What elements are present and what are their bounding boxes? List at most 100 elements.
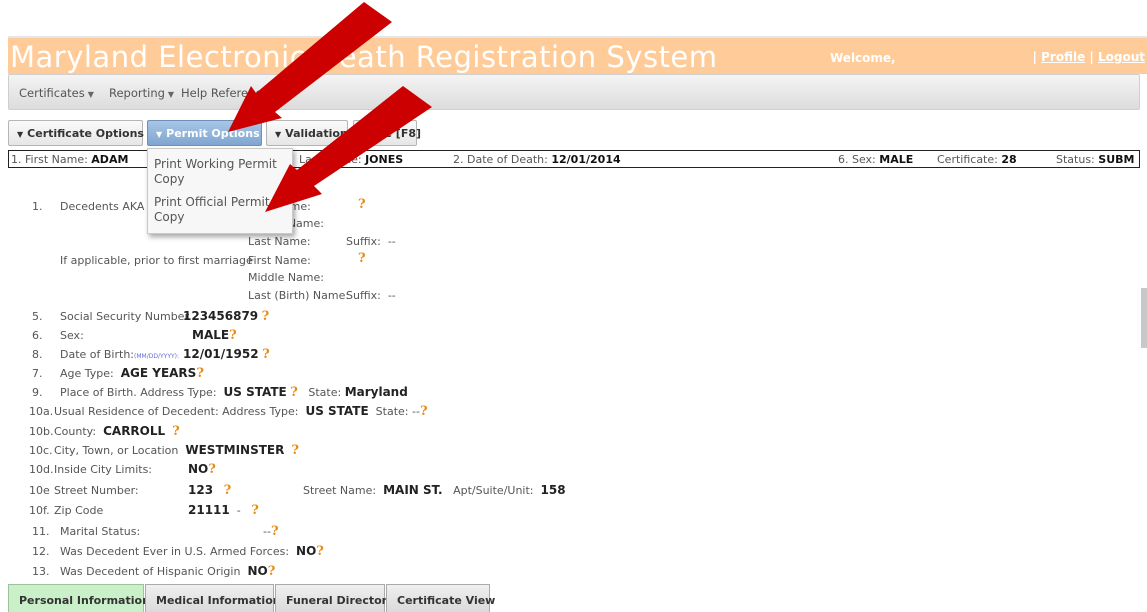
last-name-field: Last Name: JONES bbox=[299, 153, 403, 166]
value: NO bbox=[247, 564, 268, 578]
save-button[interactable]: Save [F8] bbox=[353, 120, 421, 146]
value: US STATE bbox=[223, 385, 287, 399]
button-label: Validation bbox=[285, 127, 348, 140]
help-question-icon[interactable]: ? bbox=[196, 366, 204, 381]
value: ADAM bbox=[91, 153, 129, 166]
label: Date of Birth: bbox=[60, 348, 135, 361]
certificate-options-button[interactable]: ▼ Certificate Options bbox=[8, 120, 144, 146]
state-value: -- bbox=[411, 405, 420, 418]
sex-value: MALE? bbox=[192, 328, 237, 343]
label: Suffix: bbox=[346, 289, 381, 302]
value: NO bbox=[296, 544, 317, 558]
help-question-icon[interactable]: ? bbox=[290, 385, 298, 400]
armed-forces-num: 12. bbox=[32, 545, 50, 558]
value: AGE YEARS bbox=[120, 366, 197, 380]
button-label: Permit Options bbox=[166, 127, 260, 140]
header-banner: Maryland Electronic Death Registration S… bbox=[8, 36, 1147, 74]
separator: | bbox=[1032, 50, 1037, 64]
label: Status: bbox=[1056, 153, 1095, 166]
city-num: 10c. bbox=[29, 444, 53, 457]
button-label: Certificate Options bbox=[27, 127, 144, 140]
value: -- bbox=[263, 525, 271, 538]
value: MAIN ST. bbox=[383, 483, 443, 497]
hispanic-row: Was Decedent of Hispanic Origin NO? bbox=[60, 564, 275, 579]
logout-link[interactable]: Logout bbox=[1098, 50, 1145, 64]
label: County: bbox=[54, 425, 97, 438]
help-question-icon[interactable]: ? bbox=[291, 443, 299, 458]
toolbar: ▼ Certificate Options ▼ Permit Options ▼ Va… bbox=[8, 120, 1147, 146]
value: 28 bbox=[1001, 153, 1017, 166]
tab-certificate-view[interactable]: Certificate View bbox=[386, 584, 495, 612]
scrollbar[interactable] bbox=[1141, 288, 1147, 348]
help-question-icon[interactable]: ? bbox=[229, 328, 237, 343]
help-question-icon[interactable]: ? bbox=[358, 251, 366, 266]
certificate-field: Certificate: 28 bbox=[937, 153, 1017, 166]
value: 123 bbox=[188, 483, 214, 497]
help-question-icon[interactable]: ? bbox=[271, 524, 279, 539]
caret-down-icon: ▼ bbox=[17, 130, 24, 139]
prior-marriage-label: If applicable, prior to first marriage bbox=[60, 254, 253, 267]
prior-last-birth-name-label: Last (Birth) Name: bbox=[248, 289, 350, 302]
label: Place of Birth. Address Type: bbox=[60, 386, 217, 399]
menu-label: Reporting bbox=[109, 86, 165, 100]
dob-value: 12/01/1952 ? bbox=[183, 347, 270, 362]
date-format-hint: (MM/DD/YYYY): bbox=[134, 353, 180, 360]
help-question-icon[interactable]: ? bbox=[420, 404, 428, 419]
street-number-label: Street Number: bbox=[54, 484, 139, 497]
help-question-icon[interactable]: ? bbox=[268, 564, 276, 579]
help-question-icon[interactable]: ? bbox=[262, 347, 270, 362]
menu-certificates[interactable]: Certificates ▼ bbox=[19, 86, 94, 100]
value: 12/01/1952 bbox=[183, 347, 259, 361]
profile-link[interactable]: Profile bbox=[1041, 50, 1085, 64]
city-limits-value: NO? bbox=[188, 462, 216, 477]
value: 123456879 bbox=[183, 309, 259, 323]
apt-label: Apt/Suite/Unit: bbox=[453, 484, 534, 497]
help-question-icon[interactable]: ? bbox=[316, 544, 324, 559]
help-question-icon[interactable]: ? bbox=[262, 309, 270, 324]
permit-options-button[interactable]: ▼ Permit Options bbox=[147, 120, 262, 146]
value: NO bbox=[188, 462, 209, 476]
birthplace-num: 9. bbox=[32, 386, 43, 399]
tab-funeral-director[interactable]: Funeral Director bbox=[275, 584, 387, 612]
tab-medical-information[interactable]: Medical Information bbox=[145, 584, 281, 612]
sex-num: 6. bbox=[32, 329, 43, 342]
first-name-field: 1. First Name: ADAM bbox=[11, 153, 128, 166]
zip-num: 10f. bbox=[29, 504, 50, 517]
section-tabs: Personal Information Medical Information… bbox=[8, 584, 1147, 612]
ssn-label: Social Security Number bbox=[60, 310, 189, 323]
street-name-row: Street Name: MAIN ST. Apt/Suite/Unit: 15… bbox=[303, 483, 566, 497]
marital-num: 11. bbox=[32, 525, 50, 538]
aka-num: 1. bbox=[32, 200, 43, 213]
main-menu: Certificates ▼ Reporting ▼ Help Reference bbox=[8, 74, 1140, 110]
welcome-text: Welcome, bbox=[830, 51, 896, 65]
ssn-num: 5. bbox=[32, 310, 43, 323]
help-question-icon[interactable]: ? bbox=[208, 462, 216, 477]
validation-button[interactable]: ▼ Validation bbox=[266, 120, 348, 146]
print-official-permit-item[interactable]: Print Official Permit Copy bbox=[154, 195, 288, 225]
marital-value: --? bbox=[263, 524, 279, 539]
print-working-permit-item[interactable]: Print Working Permit Copy bbox=[154, 157, 288, 187]
label: Suffix: bbox=[346, 235, 381, 248]
state-value: Maryland bbox=[344, 385, 408, 399]
value: US STATE bbox=[305, 404, 369, 418]
label: Last Name: bbox=[299, 153, 362, 166]
marital-label: Marital Status: bbox=[60, 525, 141, 538]
help-question-icon[interactable]: ? bbox=[172, 424, 180, 439]
aka-help[interactable]: ? bbox=[358, 197, 366, 212]
status-field: Status: SUBM bbox=[1056, 153, 1134, 166]
menu-reporting[interactable]: Reporting ▼ bbox=[109, 86, 174, 100]
value: JONES bbox=[365, 153, 404, 166]
menu-label: Certificates bbox=[19, 86, 85, 100]
menu-help-reference[interactable]: Help Reference bbox=[181, 86, 269, 100]
hispanic-num: 13. bbox=[32, 565, 50, 578]
sex-field: 6. Sex: MALE bbox=[838, 153, 913, 166]
value: MALE bbox=[192, 328, 230, 342]
prior-help[interactable]: ? bbox=[358, 251, 366, 266]
help-question-icon[interactable]: ? bbox=[224, 483, 232, 498]
tab-personal-information[interactable]: Personal Information bbox=[8, 584, 150, 612]
label: City, Town, or Location bbox=[54, 444, 179, 457]
help-question-icon[interactable]: ? bbox=[251, 503, 259, 518]
help-question-icon[interactable]: ? bbox=[358, 197, 366, 212]
street-num: 10e bbox=[29, 484, 50, 497]
caret-down-icon: ▼ bbox=[156, 130, 163, 139]
